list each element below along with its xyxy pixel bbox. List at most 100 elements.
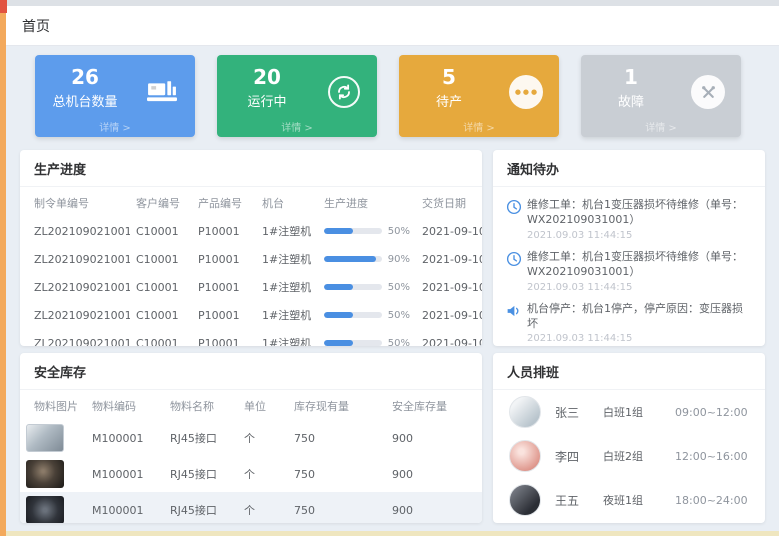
progress-track [324, 340, 382, 346]
column-header: 物料图片 [20, 390, 86, 420]
inventory-panel: 安全库存 物料图片物料编码物料名称单位库存现有量安全库存量 M100001RJ4… [20, 353, 482, 523]
production-table: 制令单编号客户编号产品编号机台生产进度交货日期 ZL202109021001C1… [20, 187, 482, 346]
card-detail-link[interactable]: 详情 > [399, 119, 559, 134]
inventory-table-body: M100001RJ45接口个750900M100001RJ45接口个750900… [20, 420, 482, 523]
cell-name: RJ45接口 [164, 492, 238, 523]
card-value: 26 [35, 66, 135, 88]
schedule-list: 张三白班1组09:00~12:00李四白班2组12:00~16:00王五夜班1组… [493, 390, 765, 522]
cell-progress: 90% [318, 245, 416, 273]
progress-track [324, 284, 382, 290]
avatar [509, 440, 541, 472]
card-value: 1 [581, 66, 681, 88]
progress-percent: 50% [388, 226, 410, 237]
cell-image [20, 420, 86, 456]
column-header: 产品编号 [192, 187, 256, 217]
stat-card-total[interactable]: 26总机台数量详情 > [35, 55, 195, 137]
cell-customer: C10001 [130, 217, 192, 245]
inventory-row: M100001RJ45接口个750900 [20, 420, 482, 456]
cell-progress: 50% [318, 217, 416, 245]
cell-product: P10001 [192, 301, 256, 329]
notification-body: 维修工单：机台1变压器损坏待维修（单号：WX202109031001） 2021.… [527, 249, 753, 293]
notification-time: 2021.09.03 11:44:15 [527, 230, 753, 241]
stat-card-running[interactable]: 20 运行中详情 > [217, 55, 377, 137]
card-main: 5待产 [399, 66, 499, 110]
card-detail-link[interactable]: 详情 > [35, 119, 195, 134]
top-bar: 首页 [6, 6, 779, 46]
card-label: 运行中 [217, 91, 317, 110]
notification-item[interactable]: 维修工单：机台1变压器损坏待维修（单号：WX202109031001） 2021.… [493, 191, 765, 243]
shift-time: 18:00~24:00 [675, 494, 748, 507]
schedule-row: 王五夜班1组18:00~24:00 [493, 478, 765, 522]
notification-time: 2021.09.03 11:44:15 [527, 333, 753, 344]
notifications-list: 维修工单：机台1变压器损坏待维修（单号：WX202109031001） 2021.… [493, 187, 765, 346]
cell-product: P10001 [192, 273, 256, 301]
waiting-icon: ●●● [507, 73, 545, 111]
progress-track [324, 312, 382, 318]
cell-progress: 50% [318, 273, 416, 301]
avatar [509, 484, 541, 516]
cell-stock: 750 [288, 420, 386, 456]
cell-machine: 1#注塑机 [256, 217, 318, 245]
cell-name: RJ45接口 [164, 456, 238, 492]
window-edge-corner [0, 0, 7, 13]
cell-order: ZL202109021001 [20, 245, 130, 273]
running-icon [325, 73, 363, 111]
notification-text: 机台停产：机台1停产，停产原因：变压器损坏 [527, 301, 753, 332]
column-header: 单位 [238, 390, 288, 420]
cell-unit: 个 [238, 492, 288, 523]
progress-track [324, 256, 382, 262]
card-detail-link[interactable]: 详情 > [217, 119, 377, 134]
cell-safety-stock: 900 [386, 492, 482, 523]
cell-order: ZL202109021001 [20, 329, 130, 346]
notifications-panel-title: 通知待办 [493, 150, 765, 187]
clock-icon [505, 249, 527, 293]
cell-order: ZL202109021001 [20, 273, 130, 301]
production-row: ZL202109021001C10001P100011#注塑机50%2021-0… [20, 217, 482, 245]
person-name: 王五 [555, 492, 603, 509]
progress-percent: 50% [388, 310, 410, 321]
cell-unit: 个 [238, 420, 288, 456]
progress-percent: 50% [388, 338, 410, 347]
tab-home[interactable]: 首页 [22, 16, 50, 36]
notification-text: 维修工单：机台1变压器损坏待维修（单号：WX202109031001） [527, 249, 753, 280]
stat-card-fault[interactable]: 1故障详情 > [581, 55, 741, 137]
column-header: 安全库存量 [386, 390, 482, 420]
material-image [26, 424, 64, 452]
stat-cards: 26总机台数量详情 >20运行中详情 >5待产●●●详情 >1故障详情 > [35, 55, 741, 137]
cell-order: ZL202109021001 [20, 217, 130, 245]
production-row: ZL202109021001C10001P100011#注塑机90%2021-0… [20, 245, 482, 273]
card-main: 20 运行中 [217, 66, 317, 110]
cell-order: ZL202109021001 [20, 301, 130, 329]
cell-machine: 1#注塑机 [256, 273, 318, 301]
production-row: ZL202109021001C10001P100011#注塑机50%2021-0… [20, 273, 482, 301]
progress-bar [324, 340, 353, 346]
notification-item[interactable]: 机台停产：机台1停产，停产原因：变压器损坏2021.09.03 11:44:15 [493, 295, 765, 346]
speaker-icon [505, 301, 527, 345]
notification-item[interactable]: 维修工单：机台1变压器损坏待维修（单号：WX202109031001） 2021.… [493, 243, 765, 295]
cell-date: 2021-09-10 [416, 273, 482, 301]
column-header: 生产进度 [318, 187, 416, 217]
column-header: 交货日期 [416, 187, 482, 217]
notification-time: 2021.09.03 11:44:15 [527, 282, 753, 293]
material-image [26, 460, 64, 488]
card-main: 1故障 [581, 66, 681, 110]
cell-product: P10001 [192, 329, 256, 346]
cell-date: 2021-09-10 [416, 301, 482, 329]
cell-machine: 1#注塑机 [256, 245, 318, 273]
shift-label: 白班1组 [603, 404, 675, 420]
progress-percent: 90% [388, 254, 410, 265]
cell-machine: 1#注塑机 [256, 301, 318, 329]
cell-safety-stock: 900 [386, 420, 482, 456]
stat-card-waiting[interactable]: 5待产●●● 详情 > [399, 55, 559, 137]
cell-customer: C10001 [130, 245, 192, 273]
card-value: 20 [217, 66, 317, 88]
cell-machine: 1#注塑机 [256, 329, 318, 346]
card-main: 26总机台数量 [35, 66, 135, 110]
cell-product: P10001 [192, 245, 256, 273]
window-edge-left [0, 0, 6, 536]
cell-date: 2021-09-10 [416, 329, 482, 346]
notification-text: 维修工单：机台1变压器损坏待维修（单号：WX202109031001） [527, 197, 753, 228]
column-header: 机台 [256, 187, 318, 217]
inventory-panel-title: 安全库存 [20, 353, 482, 390]
card-detail-link[interactable]: 详情 > [581, 119, 741, 134]
